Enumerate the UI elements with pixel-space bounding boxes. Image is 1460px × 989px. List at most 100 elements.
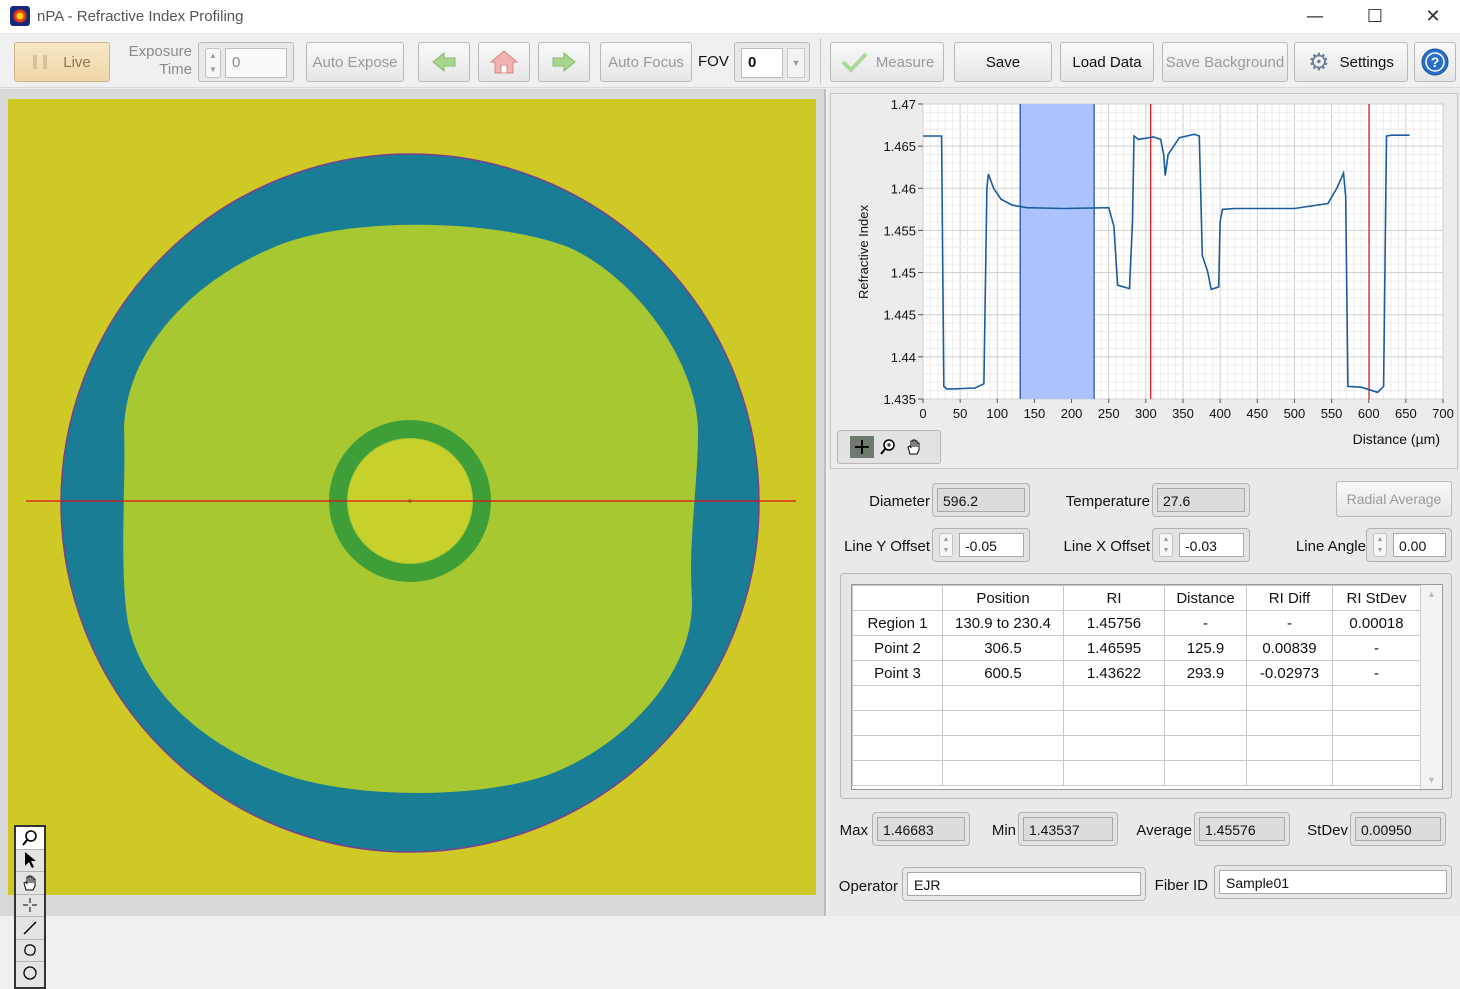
x-tick-label: 50 <box>953 406 967 421</box>
maximize-button[interactable]: ☐ <box>1346 0 1404 34</box>
graph-tool-palette <box>837 430 941 464</box>
image-viewer[interactable] <box>0 89 826 989</box>
radial-average-button[interactable]: Radial Average <box>1336 481 1452 517</box>
crosshair-tool-icon[interactable] <box>16 895 44 917</box>
toolbar: Live Exposure Time ▲ ▼ 0 Auto Expose Auto… <box>0 34 1460 88</box>
distance-cell: - <box>1164 610 1247 636</box>
max-value: 1.46683 <box>877 817 965 841</box>
graph-cursor-tool-icon[interactable] <box>850 436 874 458</box>
y-tick-label: 1.45 <box>891 266 916 281</box>
table-row-empty[interactable] <box>852 685 1421 711</box>
measurements-panel: Position RI Distance RI Diff RI StDev Re… <box>840 573 1452 799</box>
ri-cell: 1.45756 <box>1063 610 1165 636</box>
scroll-down-icon[interactable]: ▼ <box>1421 775 1442 785</box>
table-row[interactable]: Point 3 600.5 1.43622 293.9 -0.02973 - <box>852 660 1421 686</box>
live-button[interactable]: Live <box>14 42 110 82</box>
auto-focus-button[interactable]: Auto Focus <box>600 42 692 82</box>
fov-dropdown[interactable]: 0 ▼ <box>734 42 810 82</box>
table-row-empty[interactable] <box>852 710 1421 736</box>
save-background-button[interactable]: Save Background <box>1162 42 1288 82</box>
settings-button[interactable]: ⚙ Settings <box>1294 42 1408 82</box>
fov-value[interactable]: 0 <box>741 48 783 78</box>
circle-tool-icon[interactable] <box>16 962 44 985</box>
fov-label: FOV <box>698 53 729 70</box>
live-label: Live <box>63 53 91 71</box>
row-label: Region 1 <box>852 610 943 636</box>
arrow-left-icon <box>432 51 456 73</box>
y-tick-label: 1.46 <box>891 181 916 196</box>
home-button[interactable] <box>478 42 530 82</box>
table-scrollbar[interactable]: ▲ ▼ <box>1420 585 1442 789</box>
fiber-image[interactable] <box>8 99 816 895</box>
toolbar-divider <box>820 38 821 84</box>
line-angle-field[interactable]: 0.00 <box>1393 533 1446 557</box>
position-cell: 306.5 <box>942 635 1064 661</box>
close-button[interactable]: ✕ <box>1404 0 1460 34</box>
previous-button[interactable] <box>418 42 470 82</box>
header-cell <box>852 585 943 611</box>
measure-button[interactable]: Measure <box>830 42 944 82</box>
y-tick-label: 1.445 <box>883 308 916 323</box>
next-button[interactable] <box>538 42 590 82</box>
save-button[interactable]: Save <box>954 42 1052 82</box>
exposure-time-field[interactable]: 0 <box>225 48 287 78</box>
table-row[interactable]: Point 2 306.5 1.46595 125.9 0.00839 - <box>852 635 1421 661</box>
line-y-offset-control[interactable]: ▲ ▼ -0.05 <box>932 528 1030 562</box>
scroll-up-icon[interactable]: ▲ <box>1421 589 1442 599</box>
table-row-empty[interactable] <box>852 735 1421 761</box>
x-tick-label: 0 <box>919 406 926 421</box>
y-tick-label: 1.47 <box>891 97 916 112</box>
fiber-id-control[interactable]: Sample01 <box>1214 865 1452 899</box>
max-label: Max <box>839 822 868 839</box>
header-ri-stdev: RI StDev <box>1332 585 1421 611</box>
polygon-tool-icon[interactable] <box>16 940 44 962</box>
x-tick-label: 250 <box>1098 406 1120 421</box>
average-value: 1.45576 <box>1199 817 1285 841</box>
help-button[interactable]: ? <box>1414 42 1456 82</box>
exposure-spin-arrows[interactable]: ▲ ▼ <box>205 48 221 78</box>
line-angle-spin[interactable]: ▲ ▼ <box>1373 533 1387 557</box>
exposure-time-control[interactable]: ▲ ▼ 0 <box>198 42 294 82</box>
line-angle-label: Line Angle <box>1295 538 1366 555</box>
line-tool-icon[interactable] <box>16 917 44 940</box>
pan-tool-icon[interactable] <box>16 872 44 895</box>
operator-control[interactable]: EJR <box>902 867 1146 901</box>
operator-label: Operator <box>838 878 898 895</box>
fiber-id-field[interactable]: Sample01 <box>1219 870 1447 894</box>
auto-expose-button[interactable]: Auto Expose <box>306 42 404 82</box>
x-tick-label: 700 <box>1432 406 1454 421</box>
ri-diff-cell: - <box>1246 610 1333 636</box>
operator-field[interactable]: EJR <box>907 872 1141 896</box>
graph-pan-tool-icon[interactable] <box>902 436 926 458</box>
table-row-empty[interactable] <box>852 760 1421 786</box>
refractive-index-chart[interactable]: 0 50 100 150 200 250 300 350 400 450 500 550 600 650 7… <box>831 94 1457 464</box>
zoom-tool-icon[interactable] <box>16 827 44 850</box>
average-label: Average <box>1136 822 1192 839</box>
chevron-down-icon[interactable]: ▼ <box>787 48 805 78</box>
line-x-offset-field[interactable]: -0.03 <box>1179 533 1244 557</box>
minimize-button[interactable]: — <box>1286 0 1344 34</box>
line-y-offset-spin[interactable]: ▲ ▼ <box>939 533 953 557</box>
table-row[interactable]: Region 1 130.9 to 230.4 1.45756 - - 0.00… <box>852 610 1421 636</box>
x-tick-label: 200 <box>1061 406 1083 421</box>
pause-icon <box>33 55 48 69</box>
x-tick-label: 350 <box>1172 406 1194 421</box>
line-angle-control[interactable]: ▲ ▼ 0.00 <box>1366 528 1452 562</box>
y-tick-label: 1.465 <box>883 139 916 154</box>
line-y-offset-field[interactable]: -0.05 <box>959 533 1024 557</box>
x-tick-label: 450 <box>1246 406 1268 421</box>
ri-cell: 1.46595 <box>1063 635 1165 661</box>
position-cell: 130.9 to 230.4 <box>942 610 1064 636</box>
line-x-offset-spin[interactable]: ▲ ▼ <box>1159 533 1173 557</box>
load-data-button[interactable]: Load Data <box>1060 42 1154 82</box>
graph-zoom-tool-icon[interactable] <box>876 436 900 458</box>
line-x-offset-label: Line X Offset <box>1063 538 1150 555</box>
line-y-offset-label: Line Y Offset <box>844 538 930 555</box>
tool-palette <box>14 825 46 989</box>
home-icon <box>489 50 519 74</box>
profile-graph-panel: 0 50 100 150 200 250 300 350 400 450 500 550 600 650 7… <box>830 93 1458 469</box>
measurements-table[interactable]: Position RI Distance RI Diff RI StDev Re… <box>851 584 1443 790</box>
pointer-tool-icon[interactable] <box>16 850 44 872</box>
x-tick-label: 650 <box>1395 406 1417 421</box>
line-x-offset-control[interactable]: ▲ ▼ -0.03 <box>1152 528 1250 562</box>
